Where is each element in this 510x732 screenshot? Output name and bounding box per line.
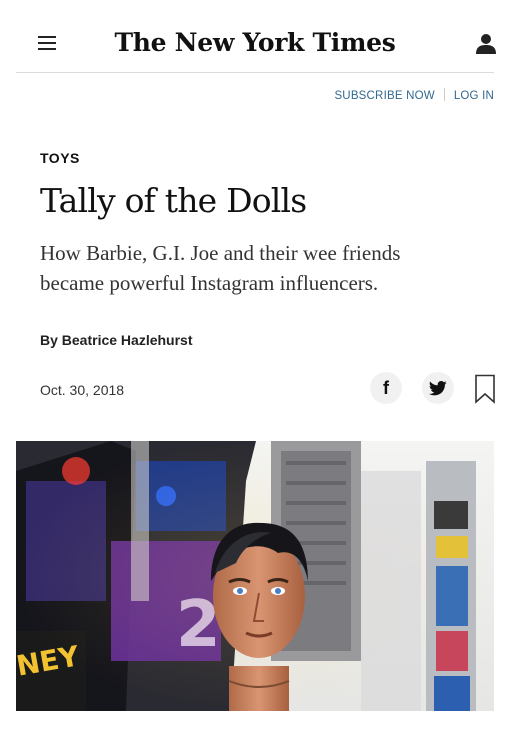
account-links: SUBSCRIBE NOW LOG IN (334, 88, 494, 102)
article-headline: Tally of the Dolls (40, 181, 307, 220)
bookmark-icon (475, 374, 495, 404)
twitter-share-button[interactable] (422, 372, 454, 404)
byline[interactable]: By Beatrice Hazlehurst (40, 332, 193, 348)
header-divider (16, 72, 494, 73)
facebook-share-button[interactable]: f (370, 372, 402, 404)
log-in-link[interactable]: LOG IN (454, 90, 494, 102)
subscribe-now-link[interactable]: SUBSCRIBE NOW (334, 90, 434, 102)
nyt-logo[interactable]: The New York Times (16, 28, 494, 57)
times-square-doll-photo: 2 NEY (16, 441, 494, 711)
hero-image[interactable]: 2 NEY (16, 441, 494, 711)
publish-date: Oct. 30, 2018 (40, 382, 125, 398)
facebook-icon: f (383, 377, 389, 398)
summary-line: became powerful Instagram influencers. (40, 271, 379, 295)
user-icon[interactable] (474, 32, 498, 56)
link-separator (443, 88, 445, 101)
summary-line: How Barbie, G.I. Joe and their wee frien… (40, 241, 401, 265)
twitter-icon (429, 380, 447, 395)
masthead: The New York Times (16, 22, 496, 72)
save-bookmark-button[interactable] (474, 374, 496, 404)
section-label[interactable]: TOYS (40, 150, 80, 166)
article-summary: How Barbie, G.I. Joe and their wee frien… (40, 238, 490, 298)
